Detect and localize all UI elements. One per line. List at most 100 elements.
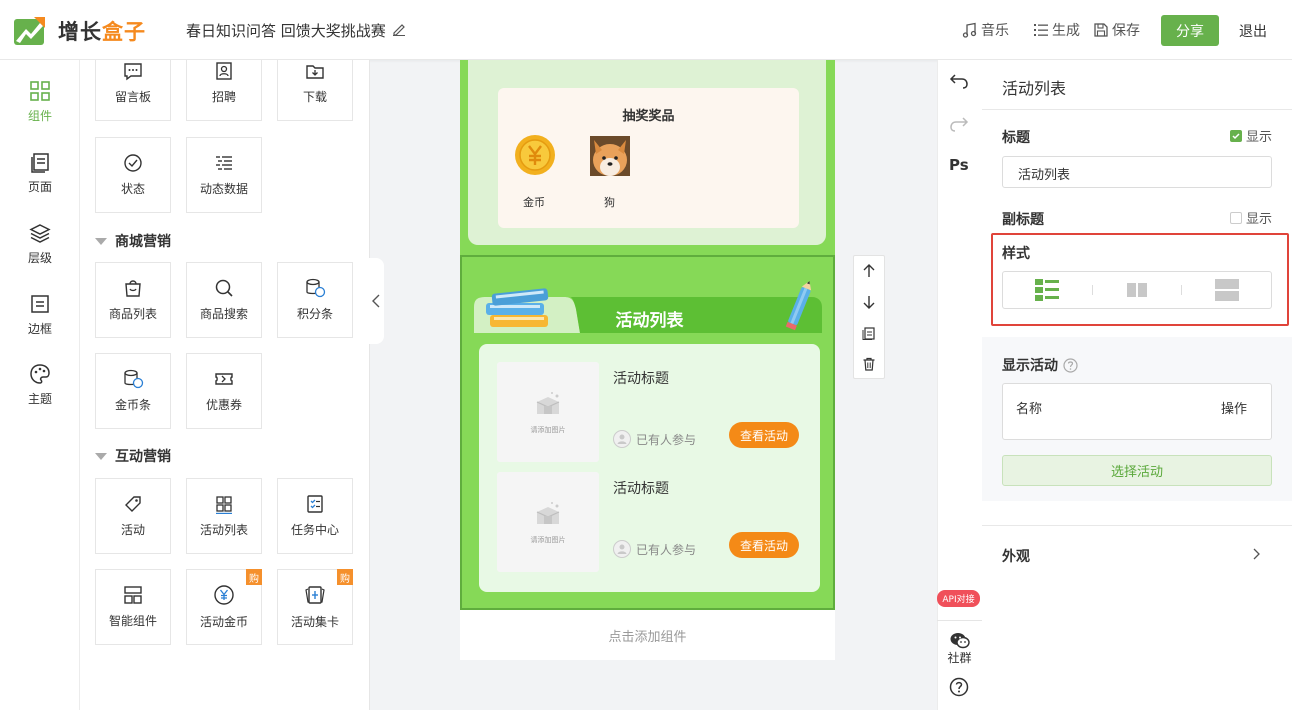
exit-button[interactable]: 退出: [1239, 21, 1267, 41]
coupon-icon: [215, 373, 233, 385]
image-placeholder[interactable]: 请添加图片: [497, 472, 599, 572]
component-activity-coin[interactable]: 购 活动金币: [186, 569, 262, 645]
component-download[interactable]: 下载: [277, 60, 353, 121]
image-placeholder-icon: [536, 501, 560, 524]
redo-icon: [950, 117, 969, 132]
photoshop-import-button[interactable]: Ps: [949, 156, 969, 174]
component-task-center[interactable]: 任务中心: [277, 478, 353, 554]
cards-icon: [305, 586, 325, 604]
activity-list-block[interactable]: 活动列表 请添加图片 活动标题 已有人参与 查看活动 请添加图片 活动标题 已有…: [460, 255, 835, 610]
show-activity-label: 显示活动: [1002, 358, 1058, 374]
save-button[interactable]: 保存: [1093, 20, 1140, 40]
delete-button[interactable]: [854, 349, 884, 379]
style-option-list[interactable]: [1003, 279, 1092, 301]
participants-text: 已有人参与: [636, 432, 697, 447]
collapse-arrow-icon: [95, 237, 107, 245]
generate-button[interactable]: 生成: [1033, 20, 1080, 40]
activity-item[interactable]: 请添加图片 活动标题 已有人参与 查看活动: [497, 362, 799, 462]
section-mall-marketing[interactable]: 商城营销: [95, 231, 171, 251]
component-label: 活动: [120, 523, 145, 537]
prize-box: 抽奖奖品 金币 狗: [498, 88, 799, 228]
status-icon: [124, 154, 142, 172]
help-circle-icon[interactable]: [1063, 357, 1078, 373]
component-message-board[interactable]: 留言板: [95, 60, 171, 121]
appearance-section[interactable]: 外观: [1002, 546, 1030, 566]
component-product-list[interactable]: 商品列表: [95, 262, 171, 338]
gold-coin-icon: [513, 133, 557, 177]
title-label: 标题: [1002, 130, 1030, 146]
checkbox-label: 显示: [1245, 130, 1272, 145]
component-recruit[interactable]: 招聘: [186, 60, 262, 121]
subtitle-show-checkbox[interactable]: 显示: [1229, 208, 1272, 227]
api-badge[interactable]: API对接: [937, 590, 980, 607]
tag-icon: [125, 496, 141, 512]
prize-coin-label: 金币: [523, 196, 545, 209]
component-points-bar[interactable]: 积分条: [277, 262, 353, 338]
strip-divider: [937, 620, 982, 621]
component-product-search[interactable]: 商品搜索: [186, 262, 262, 338]
component-dynamic-data[interactable]: 动态数据: [186, 137, 262, 213]
prize-section[interactable]: 抽奖奖品 金币 狗: [460, 60, 835, 255]
music-button[interactable]: 音乐: [962, 20, 1009, 40]
component-status[interactable]: 状态: [95, 137, 171, 213]
rail-item-pages[interactable]: 页面: [0, 151, 80, 195]
move-down-button[interactable]: [854, 287, 884, 317]
checkbox-label: 显示: [1245, 212, 1272, 227]
panel-title: 活动列表: [1002, 79, 1067, 98]
title-input[interactable]: 活动列表: [1002, 156, 1272, 188]
component-activity-list[interactable]: 活动列表: [186, 478, 262, 554]
grid-icon: [216, 496, 232, 514]
title-show-checkbox[interactable]: 显示: [1229, 126, 1272, 145]
share-button[interactable]: 分享: [1161, 15, 1219, 46]
component-coupon[interactable]: 优惠券: [186, 353, 262, 429]
add-component-button[interactable]: 点击添加组件: [460, 610, 835, 660]
help-button[interactable]: [949, 677, 969, 697]
prize-title: 抽奖奖品: [622, 109, 675, 124]
user-icon: [613, 430, 631, 448]
points-icon: [306, 278, 326, 298]
redo-button[interactable]: [949, 116, 969, 132]
component-label: 商品搜索: [199, 307, 248, 321]
edit-title-icon[interactable]: [392, 22, 406, 36]
style-option-grid[interactable]: [1093, 283, 1182, 297]
collapse-arrow-icon: [95, 452, 107, 460]
big-card-icon: [1214, 279, 1239, 301]
move-up-button[interactable]: [854, 256, 884, 286]
collapse-palette-button[interactable]: [368, 258, 384, 344]
rail-item-components[interactable]: 组件: [0, 80, 80, 124]
brand-name-main: 增长: [58, 20, 102, 44]
rail-item-layers[interactable]: 层级: [0, 222, 80, 266]
component-label: 下载: [302, 90, 327, 104]
view-activity-button[interactable]: 查看活动: [729, 532, 799, 558]
rail-item-theme[interactable]: 主题: [0, 363, 80, 407]
image-placeholder[interactable]: 请添加图片: [497, 362, 599, 462]
select-activity-button[interactable]: 选择活动: [1002, 455, 1272, 486]
component-activity[interactable]: 活动: [95, 478, 171, 554]
chevron-right-icon[interactable]: [1253, 548, 1261, 560]
rail-item-frame[interactable]: 边框: [0, 293, 80, 337]
style-option-banner[interactable]: [1182, 279, 1271, 301]
section-interactive-marketing[interactable]: 互动营销: [95, 446, 171, 466]
save-label: 保存: [1112, 23, 1140, 39]
component-coin-bar[interactable]: 金币条: [95, 353, 171, 429]
copy-button[interactable]: [854, 318, 884, 348]
section-title: 互动营销: [115, 449, 171, 465]
view-activity-button[interactable]: 查看活动: [729, 422, 799, 448]
section-title: 商城营销: [115, 234, 171, 250]
brand-name[interactable]: 增长盒子: [58, 16, 146, 46]
brand-logo-icon: [14, 15, 46, 45]
component-label: 优惠券: [205, 398, 242, 412]
document-title[interactable]: 春日知识问答 回馈大奖挑战赛: [186, 20, 386, 41]
component-card-collect[interactable]: 购 活动集卡: [277, 569, 353, 645]
component-label: 招聘: [211, 90, 236, 104]
component-label: 智能组件: [108, 614, 157, 628]
activity-item[interactable]: 请添加图片 活动标题 已有人参与 查看活动: [497, 472, 799, 572]
copy-icon: [862, 327, 875, 340]
community-button[interactable]: 社群: [937, 632, 982, 666]
grid-icon: [30, 81, 50, 101]
wechat-icon: [950, 633, 970, 649]
top-header: 增长盒子 春日知识问答 回馈大奖挑战赛 音乐 生成 保存 分享 退出: [0, 0, 1292, 60]
component-label: 任务中心: [290, 523, 339, 537]
undo-button[interactable]: [949, 73, 969, 89]
component-smart[interactable]: 智能组件: [95, 569, 171, 645]
